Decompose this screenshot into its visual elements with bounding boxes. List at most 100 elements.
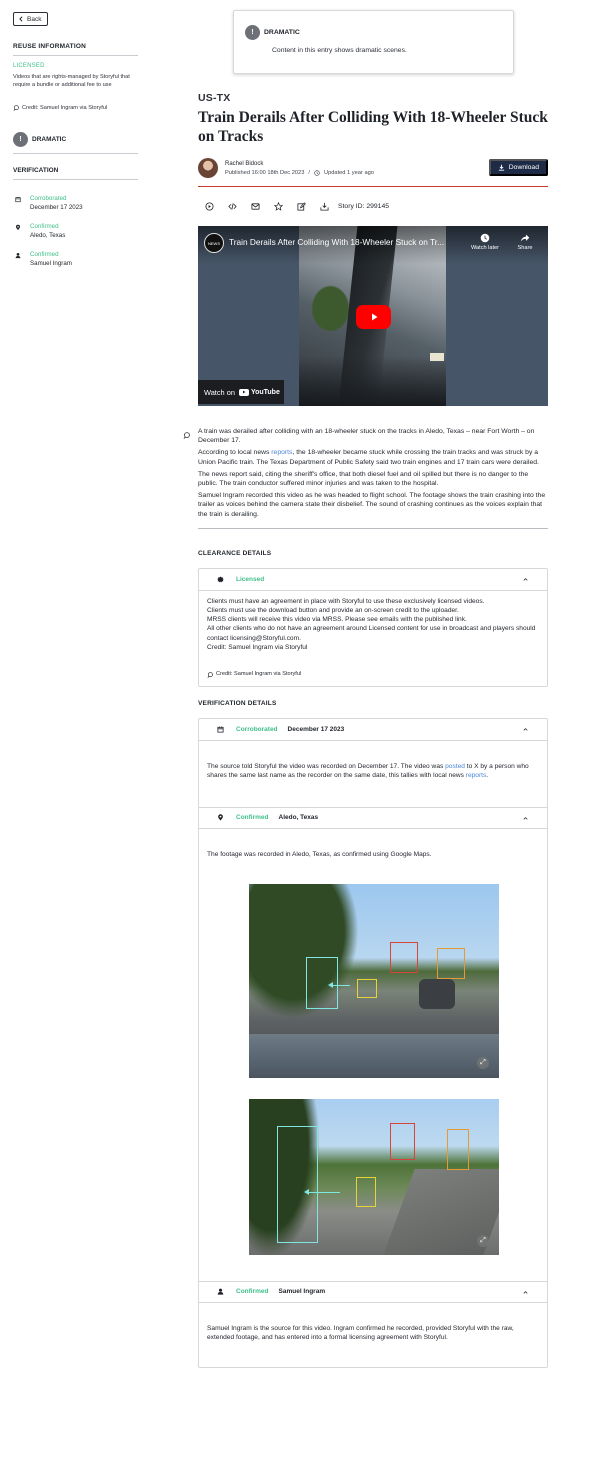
tray-download-icon <box>320 202 329 211</box>
clearance-credit: Credit: Samuel Ingram via Storyful <box>207 670 539 679</box>
verification-value: Aledo, Texas <box>278 814 319 822</box>
edit-action[interactable] <box>290 201 313 211</box>
reports-link[interactable]: reports <box>466 772 487 779</box>
paragraph: Samuel Ingram recorded this video as he … <box>198 492 546 518</box>
published-date: Published 16:00 18th Dec 2023 <box>225 169 305 176</box>
page-title: Train Derails After Colliding With 18-Wh… <box>198 109 548 145</box>
download-button[interactable]: Download <box>488 159 548 176</box>
download-action[interactable] <box>313 202 336 211</box>
byline: Rachel Bidock Published 16:00 18th Dec 2… <box>198 157 548 179</box>
embed-action[interactable] <box>221 202 244 211</box>
code-icon <box>228 202 237 210</box>
watch-on-youtube-button[interactable]: Watch on YouTube <box>198 380 284 404</box>
verification-status: Confirmed <box>30 251 59 259</box>
annotation-box <box>356 1176 376 1207</box>
annotation-box <box>390 941 418 973</box>
divider <box>13 153 138 155</box>
paragraph: The footage was recorded in Aledo, Texas… <box>207 850 432 858</box>
back-label: Back <box>27 15 42 23</box>
publish-info: Published 16:00 18th Dec 2023 / Updated … <box>225 170 374 176</box>
clearance-line: MRSS clients will receive this video via… <box>207 616 467 624</box>
paragraph: Samuel Ingram is the source for this vid… <box>207 1324 514 1342</box>
verification-date-body: The source told Storyful the video was r… <box>199 741 547 806</box>
warning-icon: ! <box>13 132 28 148</box>
annotation-box <box>437 947 465 979</box>
channel-logo[interactable]: NEWS <box>204 233 224 253</box>
credit-icon <box>183 432 190 439</box>
article-body: A train was derailed after colliding wit… <box>183 427 548 519</box>
verification-value: December 17 2023 <box>30 204 83 212</box>
dramatic-tag: ! DRAMATIC <box>13 132 138 148</box>
updated-time: Updated 1 year ago <box>323 169 374 176</box>
clearance-card: Licensed Clients must have an agreement … <box>198 567 548 688</box>
dramatic-label: DRAMATIC <box>32 136 67 144</box>
separator: / <box>308 169 310 176</box>
calendar-icon <box>14 197 21 203</box>
chevron-up-icon[interactable] <box>522 815 529 822</box>
credit-icon <box>13 105 19 112</box>
clearance-line: All other clients who do not have an agr… <box>207 625 536 642</box>
channel-badge: NEWS <box>208 240 220 246</box>
star-icon <box>274 201 283 211</box>
clearance-heading: CLEARANCE DETAILS <box>198 549 272 557</box>
verification-item-source: Confirmed Samuel Ingram <box>13 251 138 267</box>
divider <box>13 55 138 56</box>
clearance-credit-text: Credit: Samuel Ingram via Storyful <box>216 671 302 678</box>
author-name: Rachel Bidock <box>225 160 264 167</box>
verification-source-header[interactable]: Confirmed Samuel Ingram <box>199 1280 547 1303</box>
location-pin-icon <box>217 814 223 821</box>
video-scenery <box>299 356 446 406</box>
play-icon <box>371 313 377 321</box>
mail-icon <box>251 202 260 210</box>
clearance-line: Clients must use the download button and… <box>207 607 459 615</box>
divider <box>13 179 138 181</box>
video-player[interactable]: NEWS Train Derails After Colliding With … <box>198 226 548 406</box>
posted-link[interactable]: posted <box>445 763 465 770</box>
edit-icon <box>297 201 306 211</box>
watch-later-button[interactable]: Watch later <box>467 233 503 251</box>
verification-card: Corroborated December 17 2023 The source… <box>198 718 548 1369</box>
licensed-badge-icon <box>216 576 224 583</box>
sidebar-credit-text: Credit: Samuel Ingram via Storyful <box>22 105 108 112</box>
license-status: LICENSED <box>13 63 45 69</box>
expand-icon[interactable]: ⤢ <box>477 1234 489 1247</box>
play-button[interactable] <box>356 305 391 329</box>
geolocation-photo[interactable]: ⤢ <box>249 883 499 1078</box>
back-button[interactable]: Back <box>13 12 49 26</box>
video-title[interactable]: Train Derails After Colliding With 18-Wh… <box>229 237 457 247</box>
sidebar: Back REUSE INFORMATION LICENSED Videos t… <box>13 9 138 267</box>
clearance-line: Clients must have an agreement in place … <box>207 597 485 605</box>
email-action[interactable] <box>244 202 267 211</box>
chevron-up-icon[interactable] <box>522 576 529 583</box>
clearance-line: Credit: Samuel Ingram via Storyful <box>207 643 308 651</box>
photo-scenery <box>419 978 455 1009</box>
verification-heading: VERIFICATION <box>13 167 59 175</box>
story-toolbar: Story ID: 299145 <box>198 197 548 215</box>
calendar-icon <box>216 726 224 733</box>
reports-link[interactable]: reports <box>271 449 292 456</box>
verification-status: Confirmed <box>236 814 269 822</box>
share-button[interactable]: Share <box>507 233 543 251</box>
expand-icon[interactable]: ⤢ <box>477 1056 489 1069</box>
play-circle-icon <box>205 201 214 211</box>
verification-date-header[interactable]: Corroborated December 17 2023 <box>199 719 547 742</box>
youtube-play-icon <box>238 388 249 396</box>
credit-icon <box>207 671 213 678</box>
notice-title: DRAMATIC <box>264 29 300 36</box>
sidebar-credit: Credit: Samuel Ingram via Storyful <box>13 105 138 111</box>
verification-item-location: Confirmed Aledo, Texas <box>13 223 138 239</box>
verification-location-header[interactable]: Confirmed Aledo, Texas <box>199 806 547 829</box>
clearance-card-header[interactable]: Licensed <box>199 569 547 591</box>
geolocation-photo[interactable]: ⤢ <box>249 1098 499 1255</box>
play-action[interactable] <box>198 201 221 211</box>
person-icon <box>15 253 20 259</box>
arrow-icon <box>328 982 350 988</box>
download-icon <box>498 164 504 171</box>
location-pin-icon <box>15 224 20 231</box>
chevron-up-icon[interactable] <box>522 1289 529 1296</box>
verification-details-heading: VERIFICATION DETAILS <box>198 700 277 708</box>
warning-icon: ! <box>245 25 260 40</box>
watch-on-label: Watch on <box>204 387 235 397</box>
chevron-up-icon[interactable] <box>522 726 529 733</box>
favorite-action[interactable] <box>267 201 290 211</box>
